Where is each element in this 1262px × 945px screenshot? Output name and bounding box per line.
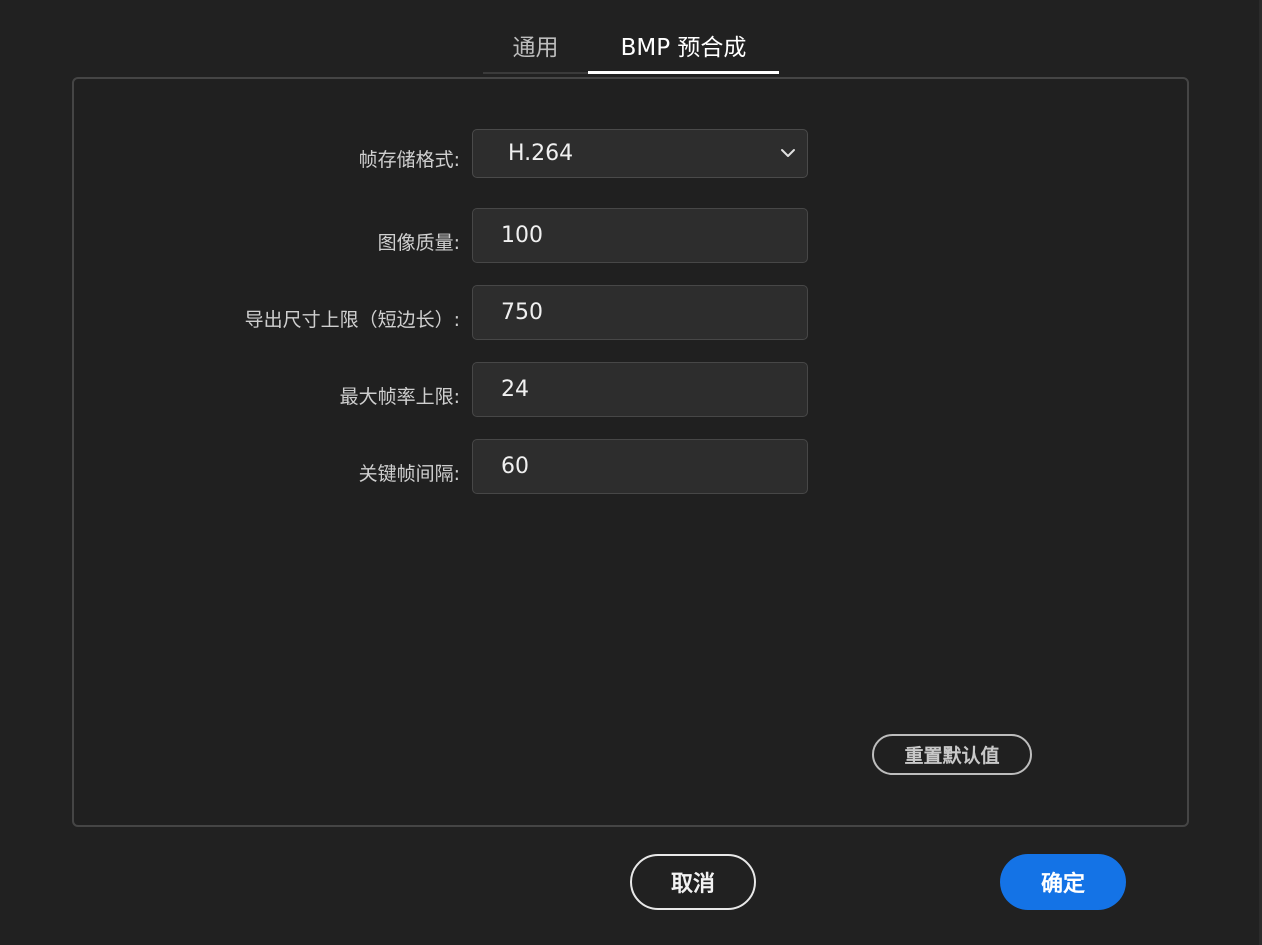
keyframe-interval-value: 60: [501, 454, 529, 479]
tab-bmp-precomp-label: BMP 预合成: [620, 35, 747, 61]
tab-bar: 通用 BMP 预合成: [483, 18, 779, 76]
chevron-down-icon: [781, 149, 795, 157]
frame-format-value: H.264: [508, 141, 574, 166]
image-quality-label: 图像质量:: [377, 232, 460, 254]
cancel-button[interactable]: 取消: [630, 854, 756, 910]
frame-format-label: 帧存储格式:: [358, 149, 460, 171]
image-quality-value: 100: [501, 223, 543, 248]
export-size-limit-input[interactable]: 750: [472, 285, 808, 340]
max-frame-rate-input[interactable]: 24: [472, 362, 808, 417]
export-size-limit-label: 导出尺寸上限（短边长）:: [244, 309, 460, 331]
keyframe-interval-input[interactable]: 60: [472, 439, 808, 494]
export-size-limit-value: 750: [501, 300, 543, 325]
ok-button[interactable]: 确定: [1000, 854, 1126, 910]
tab-general[interactable]: 通用: [483, 18, 588, 74]
settings-dialog: 通用 BMP 预合成 帧存储格式: H.264 图像质量: 100 导出尺寸上限…: [0, 0, 1262, 945]
reset-defaults-label: 重置默认值: [904, 745, 1000, 767]
settings-panel: 帧存储格式: H.264 图像质量: 100 导出尺寸上限（短边长）: 750 …: [72, 77, 1189, 827]
ok-label: 确定: [1040, 872, 1085, 897]
image-quality-input[interactable]: 100: [472, 208, 808, 263]
cancel-label: 取消: [670, 872, 715, 897]
max-frame-rate-label: 最大帧率上限:: [339, 386, 460, 408]
frame-format-select[interactable]: H.264: [472, 129, 808, 178]
keyframe-interval-label: 关键帧间隔:: [358, 463, 460, 485]
tab-bmp-precomp[interactable]: BMP 预合成: [588, 18, 779, 74]
reset-defaults-button[interactable]: 重置默认值: [872, 734, 1032, 775]
tab-general-label: 通用: [512, 35, 559, 61]
max-frame-rate-value: 24: [501, 377, 529, 402]
